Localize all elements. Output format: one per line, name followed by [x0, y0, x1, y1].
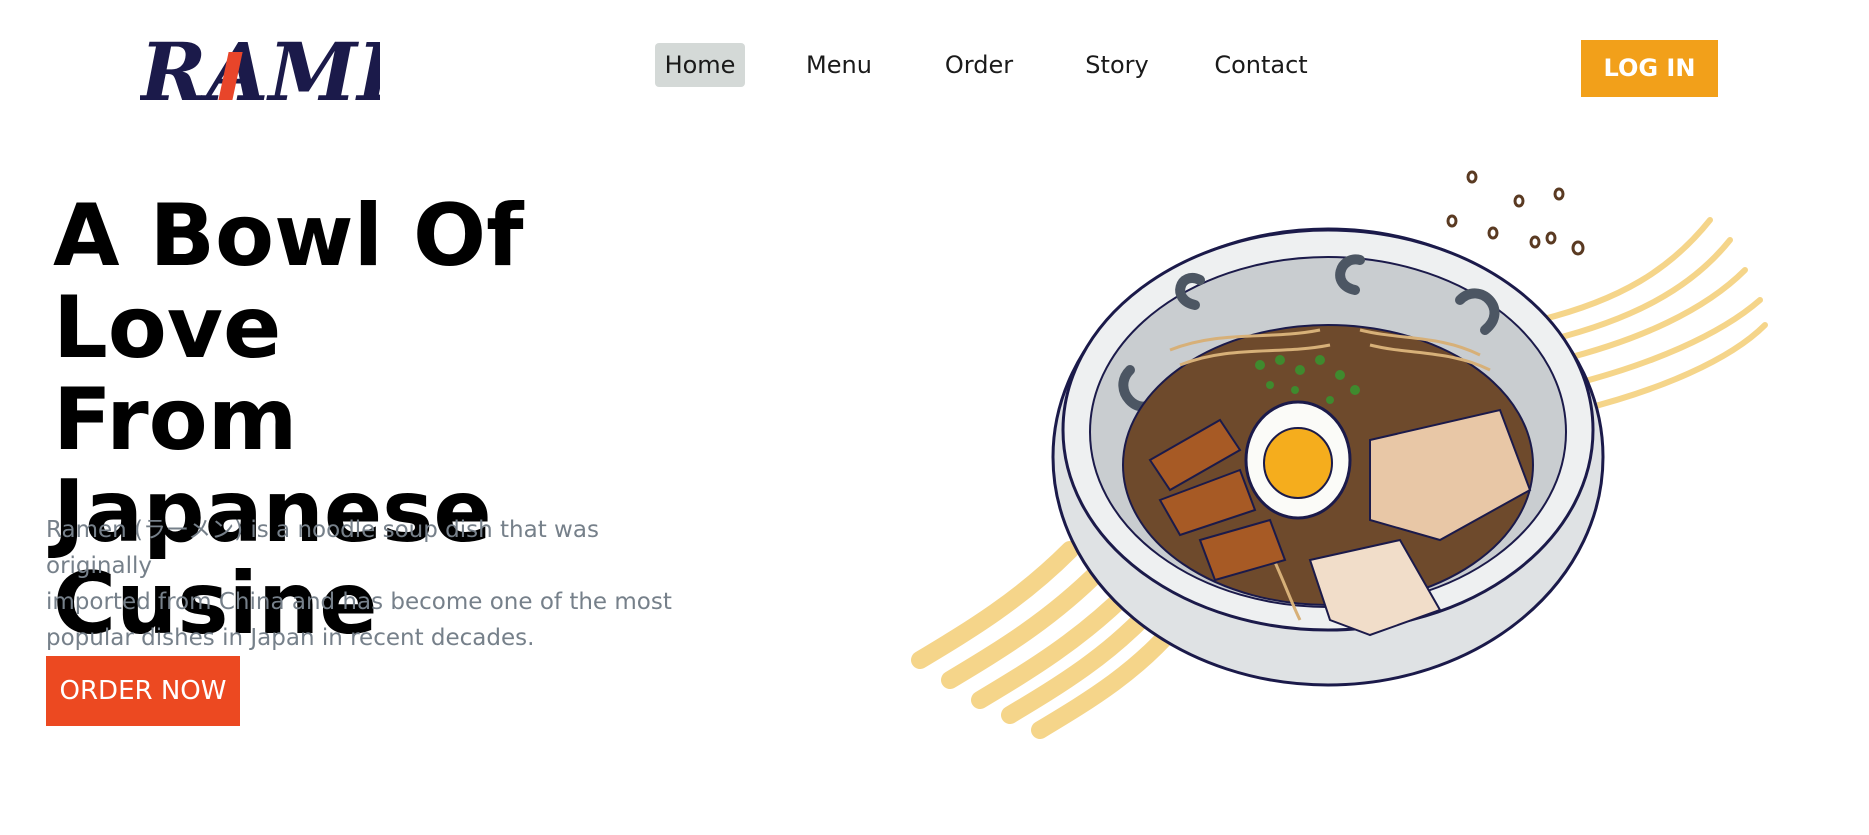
hero-title-line: A Bowl Of Love [53, 186, 524, 378]
hero-description-line: Ramen (ラーメン) is a noodle soup dish that … [46, 517, 599, 579]
egg-yolk [1263, 427, 1333, 499]
login-button[interactable]: LOG IN [1581, 40, 1718, 97]
nav-story[interactable]: Story [1071, 43, 1163, 87]
order-now-button[interactable]: ORDER NOW [46, 656, 240, 726]
nav-home[interactable]: Home [655, 43, 745, 87]
ramen-bowl-illustration [911, 170, 1768, 739]
hero-description-line: popular dishes in Japan in recent decade… [46, 625, 535, 651]
nav-order[interactable]: Order [932, 43, 1026, 87]
sesame-seeds [1446, 170, 1585, 256]
hero-description: Ramen (ラーメン) is a noodle soup dish that … [46, 512, 686, 656]
nav-contact[interactable]: Contact [1208, 43, 1314, 87]
hero-description-line: imported from China and has become one o… [46, 589, 672, 615]
nav-menu[interactable]: Menu [794, 43, 884, 87]
